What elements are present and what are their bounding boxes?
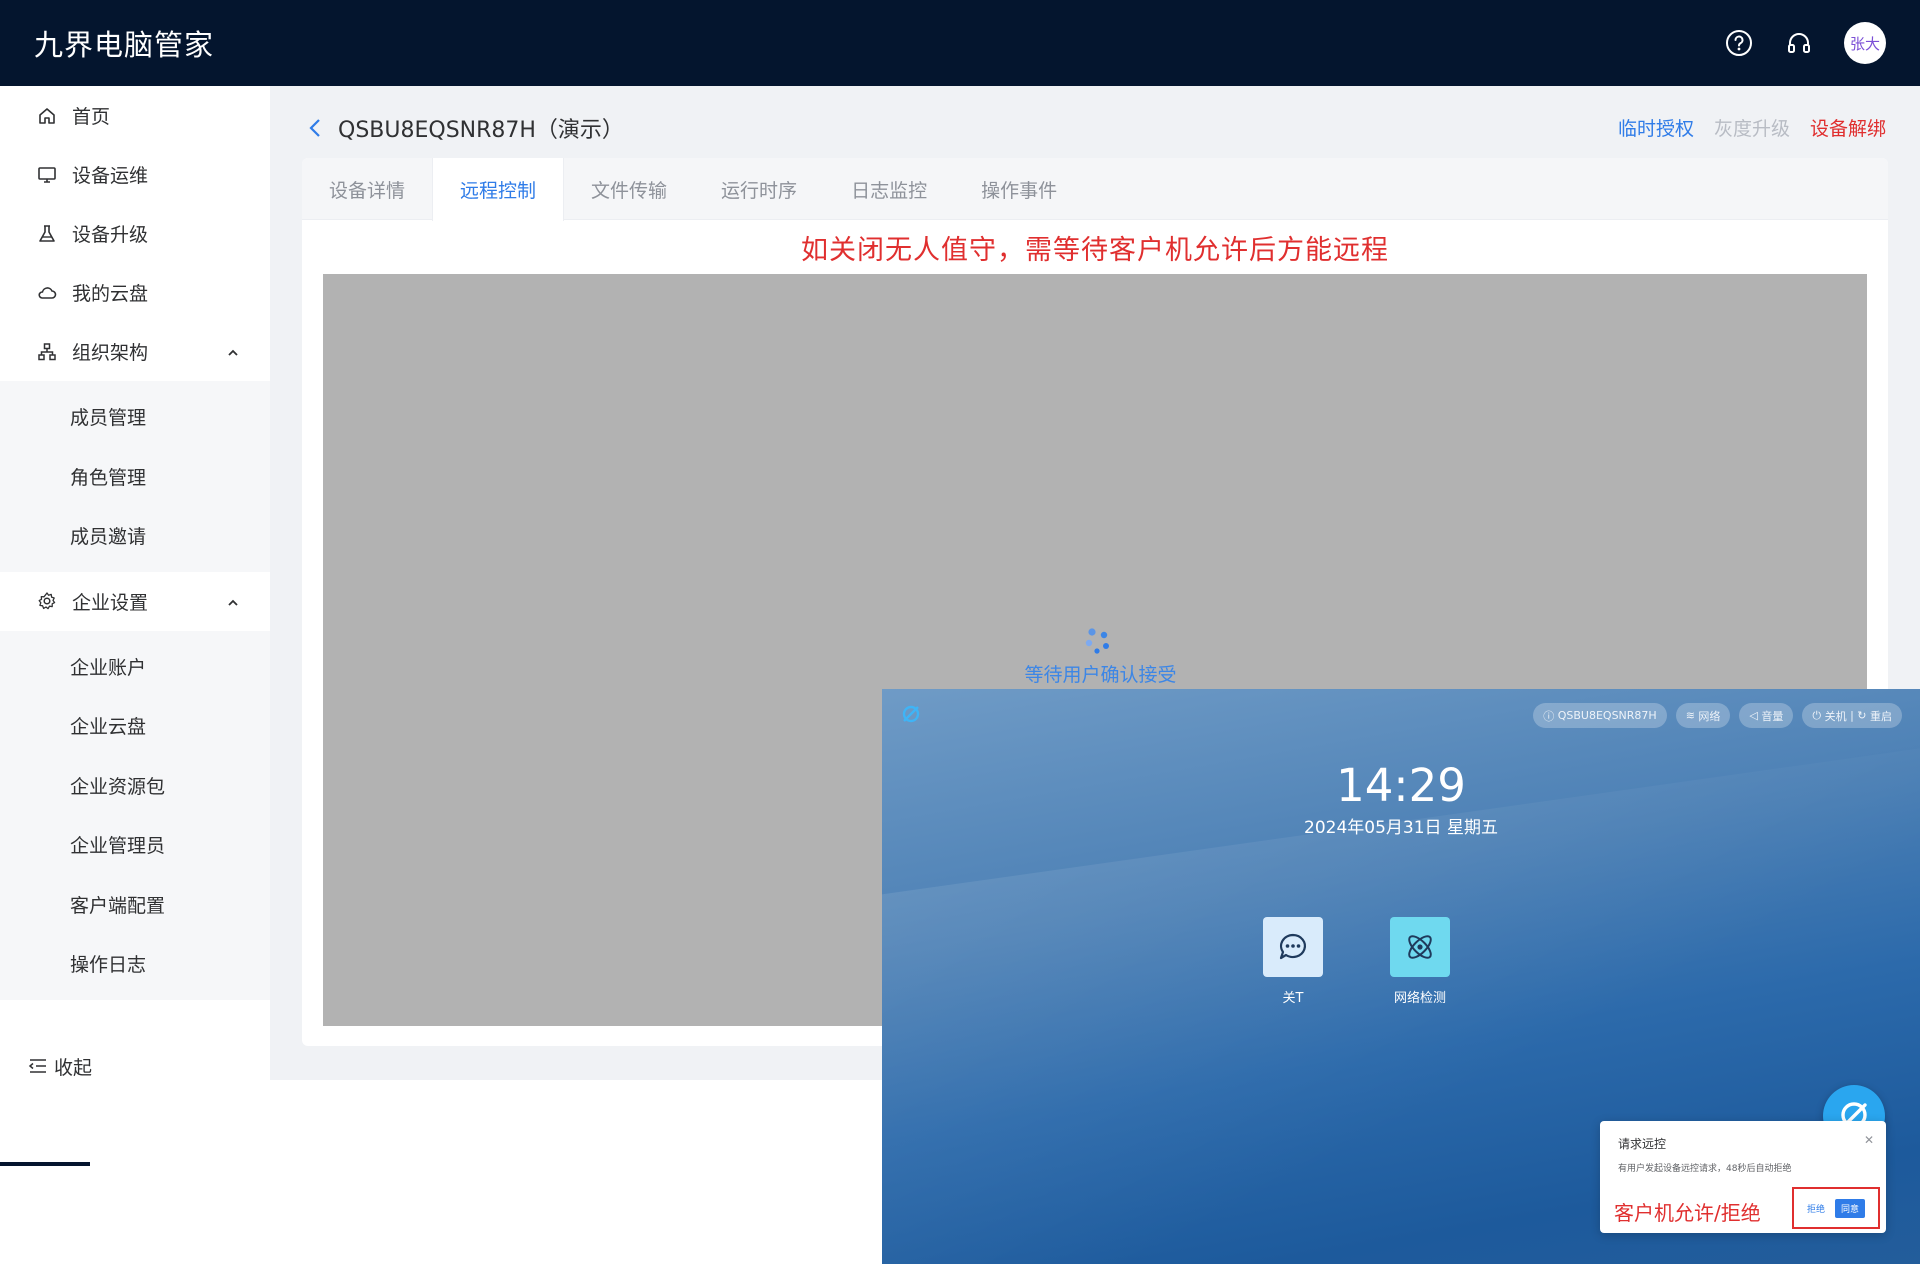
sidebar-subitem-resource-pack[interactable]: 企业资源包 xyxy=(0,756,270,816)
home-icon xyxy=(36,105,58,127)
chat-icon xyxy=(1263,917,1323,977)
temp-auth-link[interactable]: 临时授权 xyxy=(1618,114,1694,141)
unattended-notice: 如关闭无人值守，需等待客户机允许后方能远程 xyxy=(801,235,1389,266)
sidebar-item-label: 首页 xyxy=(72,106,111,128)
volume-pill[interactable]: ◁ 音量 xyxy=(1739,703,1794,728)
tab-file-transfer[interactable]: 文件传输 xyxy=(564,158,694,220)
device-id-pill[interactable]: ⓘ QSBU8EQSNR87H xyxy=(1533,703,1667,728)
collapse-label: 收起 xyxy=(54,1056,93,1079)
gear-icon xyxy=(36,590,58,612)
page-actions: 临时授权 灰度升级 设备解绑 xyxy=(1598,114,1886,141)
app-label: 网络检测 xyxy=(1393,991,1446,1006)
close-icon[interactable]: ✕ xyxy=(1864,1133,1874,1147)
network-pill[interactable]: ≋ 网络 xyxy=(1675,703,1731,728)
sidebar-subitem-client-config[interactable]: 客户端配置 xyxy=(0,875,270,935)
sidebar-item-label: 我的云盘 xyxy=(72,283,149,305)
flask-icon xyxy=(36,223,58,245)
back-arrow-icon[interactable] xyxy=(306,116,330,140)
org-submenu: 成员管理 角色管理 成员邀请 xyxy=(0,381,270,572)
header-actions: 张大 xyxy=(1724,0,1886,86)
sidebar-subitem-roles[interactable]: 角色管理 xyxy=(0,447,270,507)
desktop-app-chat[interactable]: 关T xyxy=(1248,917,1338,1006)
page-header: QSBU8EQSNR87H（演示） 临时授权 灰度升级 设备解绑 xyxy=(306,106,1886,150)
avatar[interactable]: 张大 xyxy=(1844,22,1886,64)
popup-message: 有用户发起设备远控请求，48秒后自动拒绝 xyxy=(1618,1164,1792,1174)
client-desktop: ⓘ QSBU8EQSNR87H ≋ 网络 ◁ 音量 ⏻ 关机 | ↻ 重启 14… xyxy=(882,689,1920,1264)
remote-request-popup: 请求远控 ✕ 有用户发起设备远控请求，48秒后自动拒绝 客户机允许/拒绝 拒绝 … xyxy=(1600,1121,1886,1233)
enterprise-submenu: 企业账户 企业云盘 企业资源包 企业管理员 客户端配置 操作日志 xyxy=(0,630,270,1000)
power-pill[interactable]: ⏻ 关机 | ↻ 重启 xyxy=(1802,703,1902,728)
collapse-icon xyxy=(28,1057,48,1075)
popup-button-group: 拒绝 同意 xyxy=(1792,1187,1880,1229)
top-header: 九界电脑管家 张大 xyxy=(0,0,1920,86)
collapse-indicator xyxy=(0,1162,90,1166)
sidebar-item-label: 设备运维 xyxy=(72,165,149,187)
client-logo-icon xyxy=(900,703,922,729)
desktop-app-network-check[interactable]: 网络检测 xyxy=(1375,917,1465,1006)
sidebar-subitem-enterprise-account[interactable]: 企业账户 xyxy=(0,637,270,697)
popup-caption: 客户机允许/拒绝 xyxy=(1614,1201,1761,1225)
tab-operation-events[interactable]: 操作事件 xyxy=(954,158,1084,220)
sidebar-subitem-admins[interactable]: 企业管理员 xyxy=(0,815,270,875)
info-icon: ⓘ xyxy=(1543,709,1558,723)
wifi-icon: ≋ xyxy=(1685,709,1699,722)
tab-device-details[interactable]: 设备详情 xyxy=(302,158,432,220)
tab-log-monitor[interactable]: 日志监控 xyxy=(824,158,954,220)
monitor-icon xyxy=(36,164,58,186)
reject-button[interactable]: 拒绝 xyxy=(1807,1202,1825,1215)
app-label: 关T xyxy=(1282,991,1304,1006)
help-icon[interactable] xyxy=(1724,28,1754,58)
sidebar-item-label: 设备升级 xyxy=(72,224,149,246)
chevron-up-icon xyxy=(226,343,240,365)
speaker-icon: ◁ xyxy=(1749,709,1762,722)
sidebar: 首页 设备运维 设备升级 我的云盘 组织架构 成员管理 角色管理 成员邀请 企业… xyxy=(0,86,270,1166)
sidebar-item-label: 组织架构 xyxy=(72,342,149,364)
sidebar-item-home[interactable]: 首页 xyxy=(0,86,270,145)
client-date: 2024年05月31日 星期五 xyxy=(1304,818,1498,838)
cloud-icon xyxy=(36,282,58,304)
collapse-sidebar-button[interactable]: 收起 xyxy=(0,1036,270,1096)
power-icon: ⏻ xyxy=(1812,708,1825,722)
tab-bar: 设备详情 远程控制 文件传输 运行时序 日志监控 操作事件 xyxy=(302,158,1888,221)
unbind-device-link[interactable]: 设备解绑 xyxy=(1810,114,1886,141)
chevron-up-icon xyxy=(226,593,240,615)
sidebar-subitem-invite[interactable]: 成员邀请 xyxy=(0,506,270,566)
popup-title: 请求远控 xyxy=(1618,1137,1667,1151)
sidebar-item-label: 企业设置 xyxy=(72,591,149,614)
sidebar-item-device-upgrade[interactable]: 设备升级 xyxy=(0,204,270,263)
client-clock: 14:29 xyxy=(1336,759,1466,812)
org-chart-icon xyxy=(36,341,58,363)
sidebar-item-org[interactable]: 组织架构 xyxy=(0,322,270,381)
headset-icon[interactable] xyxy=(1784,28,1814,58)
gray-upgrade-link[interactable]: 灰度升级 xyxy=(1714,114,1790,141)
sidebar-item-enterprise-settings[interactable]: 企业设置 xyxy=(0,572,270,631)
allow-button[interactable]: 同意 xyxy=(1835,1198,1866,1218)
client-toolbar: ⓘ QSBU8EQSNR87H ≋ 网络 ◁ 音量 ⏻ 关机 | ↻ 重启 xyxy=(1524,703,1902,728)
sidebar-subitem-enterprise-cloud[interactable]: 企业云盘 xyxy=(0,696,270,756)
sidebar-item-device-ops[interactable]: 设备运维 xyxy=(0,145,270,204)
page-title: QSBU8EQSNR87H（演示） xyxy=(338,118,624,143)
app-title: 九界电脑管家 xyxy=(34,28,215,62)
sidebar-item-my-cloud[interactable]: 我的云盘 xyxy=(0,263,270,322)
restart-icon: ↻ xyxy=(1857,709,1870,722)
tab-runtime-sequence[interactable]: 运行时序 xyxy=(694,158,824,220)
sidebar-subitem-members[interactable]: 成员管理 xyxy=(0,387,270,447)
waiting-text: 等待用户确认接受 xyxy=(1024,664,1177,686)
loading-spinner-icon xyxy=(1083,626,1113,656)
network-check-icon xyxy=(1390,917,1450,977)
tab-remote-control[interactable]: 远程控制 xyxy=(432,158,565,221)
sidebar-subitem-operation-log[interactable]: 操作日志 xyxy=(0,934,270,994)
